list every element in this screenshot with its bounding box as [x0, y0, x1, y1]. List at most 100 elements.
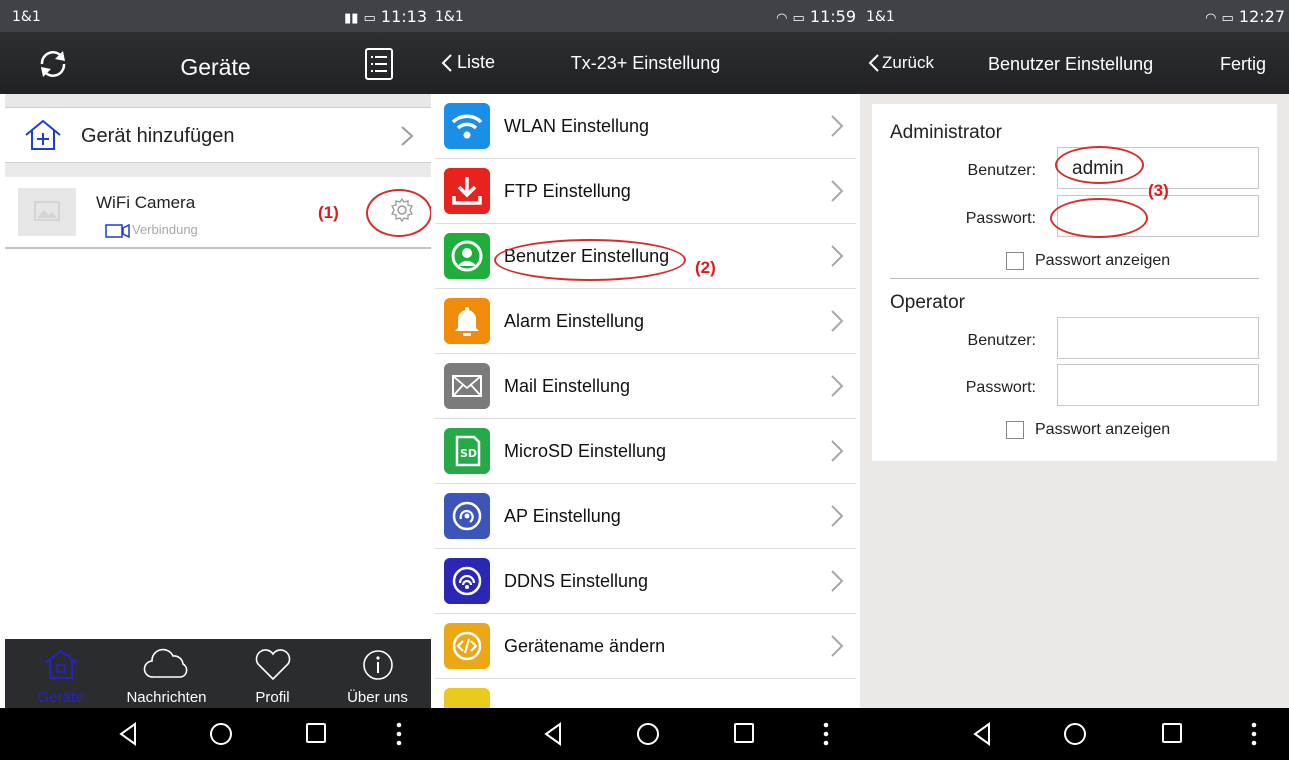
more-nav-icon[interactable] [1251, 722, 1257, 746]
back-nav-icon[interactable] [543, 722, 563, 746]
list-item-label: Gerätename ändern [504, 636, 666, 656]
status-bar: 1&1 ▮▮ ▭ 11:13 [0, 0, 431, 32]
list-icon[interactable] [364, 47, 394, 81]
download-icon [444, 168, 490, 214]
list-item-label: DDNS Einstellung [504, 571, 649, 591]
list-item-ftp[interactable]: FTP Einstellung [435, 159, 856, 224]
add-device-label: Gerät hinzufügen [81, 125, 235, 147]
bell-icon [444, 298, 490, 344]
chevron-right-icon [831, 440, 844, 462]
list-item-label: Mail Einstellung [504, 376, 631, 396]
section-title-admin: Administrator [890, 122, 1002, 143]
tab-label: Geräte [37, 689, 84, 706]
list-item-mail[interactable]: Mail Einstellung [435, 354, 856, 419]
mail-icon [444, 363, 490, 409]
carrier-label: 1&1 [12, 9, 41, 25]
list-item-label: FTP Einstellung [504, 181, 631, 201]
list-item-label: WLAN Einstellung [504, 116, 650, 136]
tab-devices[interactable]: Geräte [9, 639, 112, 709]
recents-nav-icon[interactable] [305, 722, 327, 744]
battery-icon: ▭ [792, 11, 805, 26]
clock: ▮▮ ▭ 11:13 [344, 7, 427, 26]
tab-messages[interactable]: Nachrichten [112, 639, 221, 709]
divider [5, 163, 431, 177]
home-nav-icon[interactable] [1063, 722, 1087, 746]
settings-screen: 1&1 ◠ ▭ 11:59 Liste Tx-23+ Einstellung W… [431, 0, 860, 760]
chevron-right-icon [831, 115, 844, 137]
battery-icon: ▭ [363, 11, 376, 26]
connection-status: Verbindung [132, 222, 198, 237]
admin-show-password-checkbox[interactable] [1006, 252, 1024, 270]
more-nav-icon[interactable] [396, 722, 402, 746]
add-house-icon [25, 119, 61, 150]
chevron-right-icon [831, 570, 844, 592]
carrier-label: 1&1 [435, 9, 464, 25]
heart-icon [255, 649, 290, 681]
list-item-device-name[interactable]: Gerätename ändern [435, 614, 856, 679]
tab-about[interactable]: Über uns [324, 639, 431, 709]
sd-card-icon: SD [444, 428, 490, 474]
video-icon [105, 223, 130, 239]
tab-label: Über uns [347, 689, 408, 706]
cloud-icon [143, 648, 187, 678]
divider [5, 94, 431, 108]
home-nav-icon[interactable] [209, 722, 233, 746]
list-item-ap[interactable]: AP Einstellung [435, 484, 856, 549]
admin-show-password-label: Passwort anzeigen [1035, 252, 1171, 269]
back-button[interactable]: Zurück [868, 53, 934, 73]
list-item-wlan[interactable]: WLAN Einstellung [435, 94, 856, 159]
annotation-label: (1) [318, 203, 339, 222]
operator-password-input[interactable] [1057, 364, 1259, 406]
title-bar: Zurück Benutzer Einstellung Fertig [860, 32, 1289, 94]
status-bar: 1&1 ◠ ▭ 12:27 [860, 0, 1289, 32]
annotation-ring [494, 239, 686, 281]
list-item-label: MicroSD Einstellung [504, 441, 667, 461]
operator-password-label: Passwort: [965, 379, 1036, 396]
android-nav-bar [431, 708, 860, 760]
list-item-alarm[interactable]: Alarm Einstellung [435, 289, 856, 354]
admin-user-label: Benutzer: [967, 162, 1036, 179]
title-bar: Liste Tx-23+ Einstellung [431, 32, 860, 94]
battery-icon: ▭ [1221, 11, 1234, 26]
home-icon [43, 649, 78, 679]
back-nav-icon[interactable] [118, 722, 138, 746]
home-nav-icon[interactable] [636, 722, 660, 746]
operator-show-password-checkbox[interactable] [1006, 421, 1024, 439]
clock: ◠ ▭ 12:27 [1205, 7, 1285, 26]
ap-icon [444, 493, 490, 539]
svg-text:SD: SD [460, 447, 477, 460]
page-title: Benutzer Einstellung [988, 54, 1154, 74]
list-item-microsd[interactable]: SD MicroSD Einstellung [435, 419, 856, 484]
devices-screen: 1&1 ▮▮ ▭ 11:13 Geräte Gerät hinzufügen W… [0, 0, 431, 760]
more-nav-icon[interactable] [823, 722, 829, 746]
chevron-right-icon [831, 505, 844, 527]
status-bar: 1&1 ◠ ▭ 11:59 [431, 0, 860, 32]
image-icon [34, 201, 60, 221]
done-button[interactable]: Fertig [1220, 54, 1266, 75]
recents-nav-icon[interactable] [1161, 722, 1183, 744]
annotation-ring [366, 189, 431, 237]
chevron-left-icon [868, 54, 879, 72]
chevron-right-icon [831, 180, 844, 202]
tab-profile[interactable]: Profil [221, 639, 324, 709]
page-title: Tx-23+ Einstellung [570, 53, 721, 73]
annotation-ring [1050, 198, 1148, 238]
annotation-label: (2) [695, 258, 716, 277]
chevron-right-icon [831, 375, 844, 397]
android-nav-bar [860, 708, 1289, 760]
wifi-icon [444, 103, 490, 149]
annotation-ring [1055, 146, 1144, 184]
admin-password-label: Passwort: [965, 210, 1036, 227]
operator-user-label: Benutzer: [967, 332, 1036, 349]
operator-user-input[interactable] [1057, 317, 1259, 359]
back-nav-icon[interactable] [972, 722, 992, 746]
list-item-ddns[interactable]: DDNS Einstellung [435, 549, 856, 614]
chevron-right-icon [401, 126, 414, 146]
section-title-operator: Operator [890, 292, 965, 313]
chevron-right-icon [831, 635, 844, 657]
section-divider [890, 278, 1259, 279]
add-device-button[interactable]: Gerät hinzufügen [5, 108, 431, 163]
camera-thumbnail [18, 188, 76, 236]
recents-nav-icon[interactable] [733, 722, 755, 744]
wifi-status-icon: ◠ [1205, 11, 1217, 26]
